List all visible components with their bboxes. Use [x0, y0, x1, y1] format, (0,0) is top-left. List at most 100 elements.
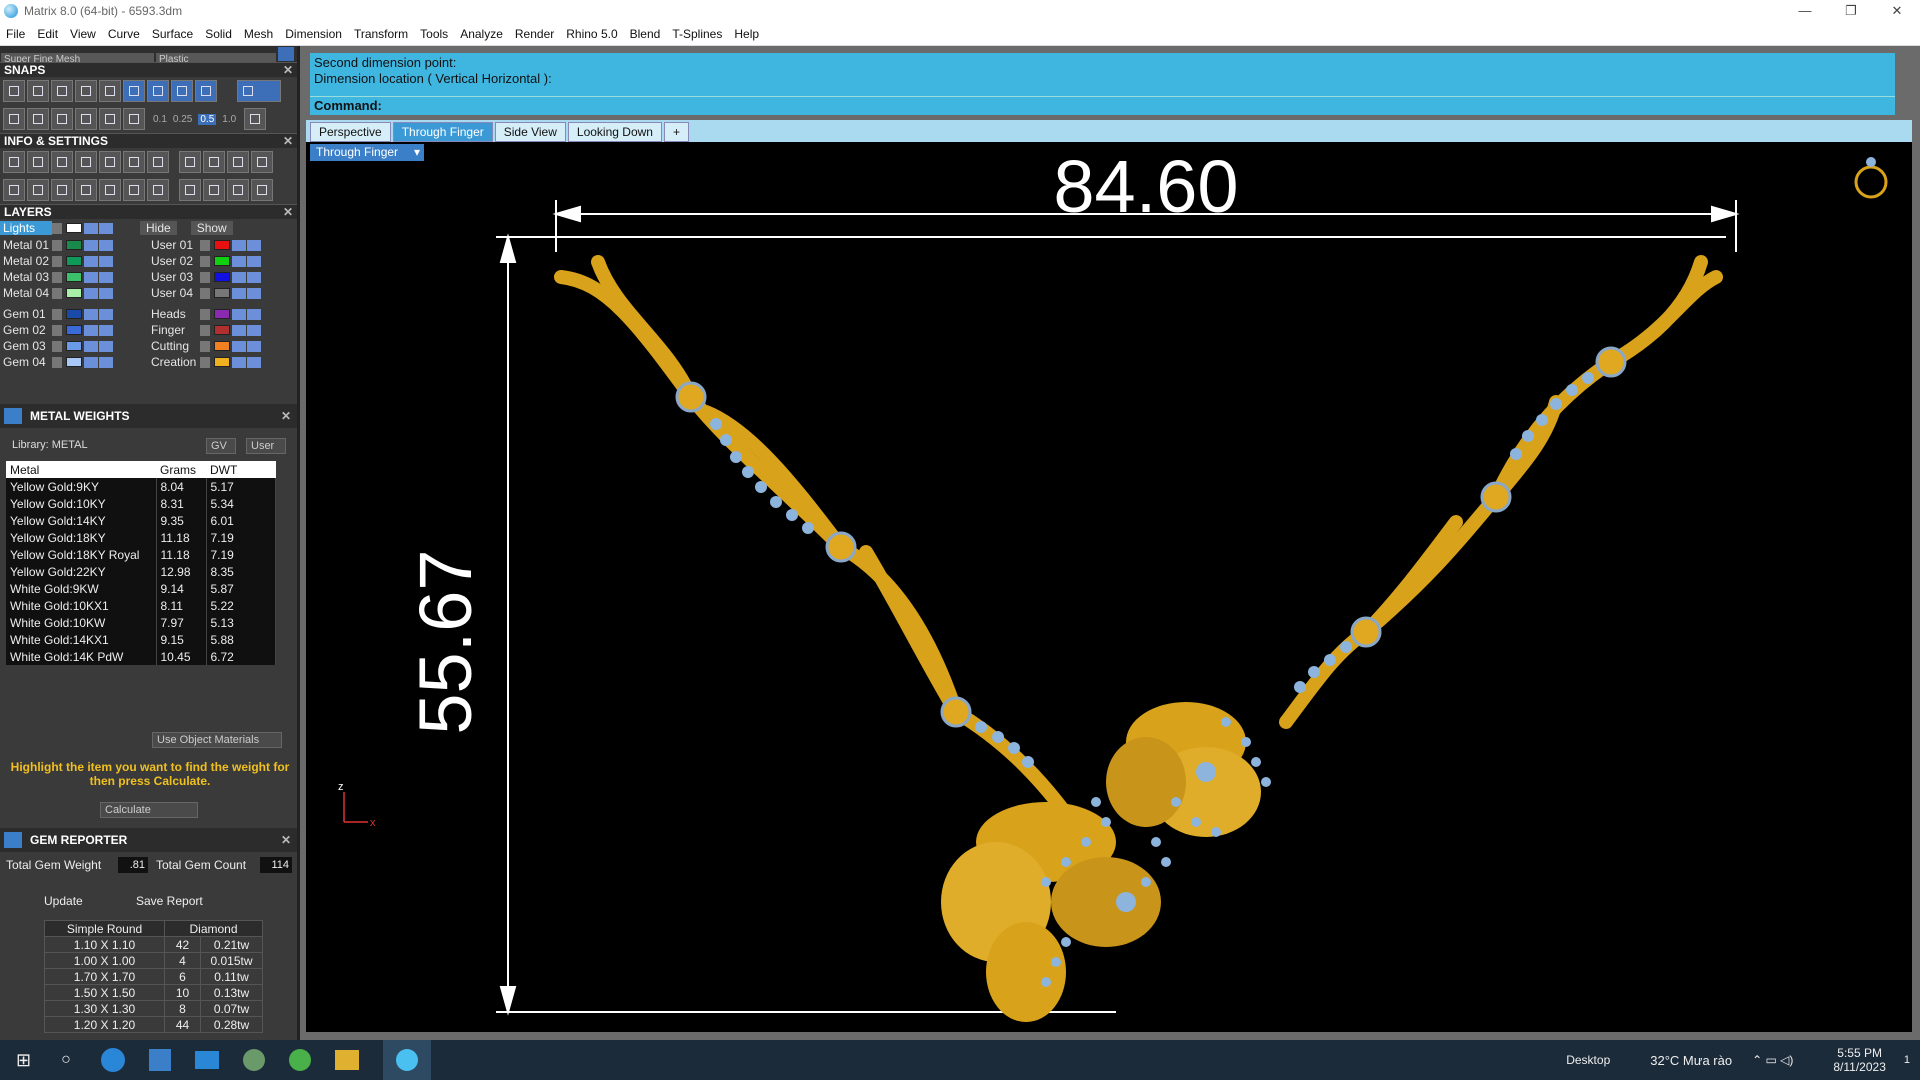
gv-button[interactable]: GV [206, 438, 236, 454]
search-icon[interactable]: ○ [61, 1051, 71, 1069]
menu-mesh[interactable]: Mesh [238, 27, 279, 41]
expand-icon[interactable] [200, 324, 210, 336]
matrix-app-icon[interactable] [382, 1040, 431, 1080]
layer-color-swatch[interactable] [66, 309, 82, 319]
visible-icon[interactable] [99, 308, 113, 320]
table-row[interactable]: 1.20 X 1.20 44 0.28tw [44, 1016, 263, 1033]
expand-icon[interactable] [200, 356, 210, 368]
layout-icon[interactable] [3, 179, 25, 201]
add-tab-button[interactable]: + [663, 122, 689, 142]
lock-icon[interactable] [84, 255, 98, 267]
menu-transform[interactable]: Transform [348, 27, 414, 41]
table-row[interactable]: 1.10 X 1.10 42 0.21tw [44, 936, 263, 953]
start-icon[interactable]: ⊞ [16, 1050, 31, 1071]
calculate-button[interactable]: Calculate [100, 802, 198, 818]
layer-color-swatch[interactable] [66, 256, 82, 266]
close-icon[interactable]: ✕ [281, 404, 291, 428]
lock-icon[interactable] [84, 340, 98, 352]
table-row[interactable]: 1.30 X 1.30 8 0.07tw [44, 1000, 263, 1017]
edit-icon[interactable] [123, 151, 145, 173]
table-row[interactable]: 1.50 X 1.50 10 0.13tw [44, 984, 263, 1001]
viewport-label[interactable]: Through Finger ▾ [310, 144, 425, 161]
layer-item[interactable]: Finger [148, 322, 296, 338]
menu-render[interactable]: Render [509, 27, 560, 41]
menu-file[interactable]: File [0, 27, 31, 41]
lock-icon[interactable] [232, 308, 246, 320]
visible-icon[interactable] [99, 222, 113, 234]
tray-icons[interactable]: ⌃ ▭ ◁) [1752, 1053, 1793, 1067]
grid-icon[interactable] [3, 108, 25, 130]
lock-icon[interactable] [232, 239, 246, 251]
visible-icon[interactable] [99, 324, 113, 336]
expand-icon[interactable] [200, 255, 210, 267]
expand-icon[interactable] [52, 340, 62, 352]
column-header-dwt[interactable]: DWT [206, 461, 276, 478]
lock-icon[interactable] [84, 271, 98, 283]
cylinder-icon[interactable] [75, 179, 97, 201]
layer-color-swatch[interactable] [214, 272, 230, 282]
grid-view-icon[interactable] [147, 179, 169, 201]
visible-icon[interactable] [99, 356, 113, 368]
lock-icon[interactable] [232, 324, 246, 336]
lock-icon[interactable] [232, 271, 246, 283]
chevron-down-icon[interactable]: ▾ [414, 144, 420, 161]
show-button[interactable]: Show [190, 221, 233, 235]
desktop-label[interactable]: Desktop [1566, 1053, 1610, 1067]
table-row[interactable]: White Gold:9KW 9.14 5.87 [6, 580, 276, 597]
visible-icon[interactable] [247, 271, 261, 283]
tab-looking-down[interactable]: Looking Down [567, 122, 662, 142]
layer-item[interactable]: Gem 03 [0, 338, 148, 354]
table-row[interactable]: White Gold:10KW 7.97 5.13 [6, 614, 276, 631]
table-row[interactable]: Yellow Gold:14KY 9.35 6.01 [6, 512, 276, 529]
layer-item[interactable]: Metal 01 [0, 237, 148, 253]
app-icon[interactable] [242, 1049, 265, 1071]
layer-color-swatch[interactable] [214, 240, 230, 250]
table-row[interactable]: Yellow Gold:22KY 12.98 8.35 [6, 563, 276, 580]
table-row[interactable]: White Gold:14KX1 9.15 5.88 [6, 631, 276, 648]
close-button[interactable]: ✕ [1874, 0, 1920, 22]
visible-icon[interactable] [99, 287, 113, 299]
layer-color-swatch[interactable] [66, 341, 82, 351]
expand-icon[interactable] [52, 287, 62, 299]
layer-item[interactable]: Cutting [148, 338, 296, 354]
table-row[interactable]: 1.70 X 1.70 6 0.11tw [44, 968, 263, 985]
menu-dimension[interactable]: Dimension [279, 27, 348, 41]
layer-item[interactable]: Gem 02 [0, 322, 148, 338]
menu-edit[interactable]: Edit [31, 27, 64, 41]
menu-tools[interactable]: Tools [414, 27, 454, 41]
line-icon[interactable] [51, 108, 73, 130]
layer-item[interactable]: Metal 03 [0, 269, 148, 285]
maximize-button[interactable]: ❐ [1828, 0, 1874, 22]
render-icon[interactable] [179, 151, 201, 173]
layer-item[interactable]: User 03 [148, 269, 296, 285]
expand-icon[interactable] [52, 271, 62, 283]
visible-icon[interactable] [247, 340, 261, 352]
menu-view[interactable]: View [64, 27, 102, 41]
menu-surface[interactable]: Surface [146, 27, 199, 41]
lock-icon[interactable] [84, 308, 98, 320]
lights-label[interactable]: Lights [0, 221, 52, 235]
lock-icon[interactable] [84, 324, 98, 336]
update-button[interactable]: Update [44, 894, 83, 908]
lights-swatch[interactable] [66, 223, 82, 233]
close-icon[interactable]: ✕ [281, 828, 291, 852]
table-row[interactable]: Yellow Gold:18KY 11.18 7.19 [6, 529, 276, 546]
expand-icon[interactable] [52, 255, 62, 267]
tool-b-icon[interactable] [203, 179, 225, 201]
grid-toggle-icon[interactable] [244, 108, 267, 130]
use-object-materials-toggle[interactable]: Use Object Materials [152, 732, 282, 748]
view-icon[interactable] [203, 151, 225, 173]
close-icon[interactable]: ✕ [283, 63, 293, 78]
snap-grid-icon[interactable] [3, 80, 25, 102]
tool-c-icon[interactable] [227, 179, 249, 201]
visible-icon[interactable] [99, 239, 113, 251]
weather[interactable]: 32°C Mưa rào [1650, 1053, 1732, 1068]
lock-icon[interactable] [84, 356, 98, 368]
expand-icon[interactable] [200, 271, 210, 283]
expand-icon[interactable] [52, 222, 62, 234]
diag-icon[interactable] [75, 108, 97, 130]
layer-item[interactable]: Gem 01 [0, 306, 148, 322]
layers-icon[interactable] [51, 151, 73, 173]
lock-icon[interactable] [232, 340, 246, 352]
mail-icon[interactable] [194, 1051, 219, 1069]
